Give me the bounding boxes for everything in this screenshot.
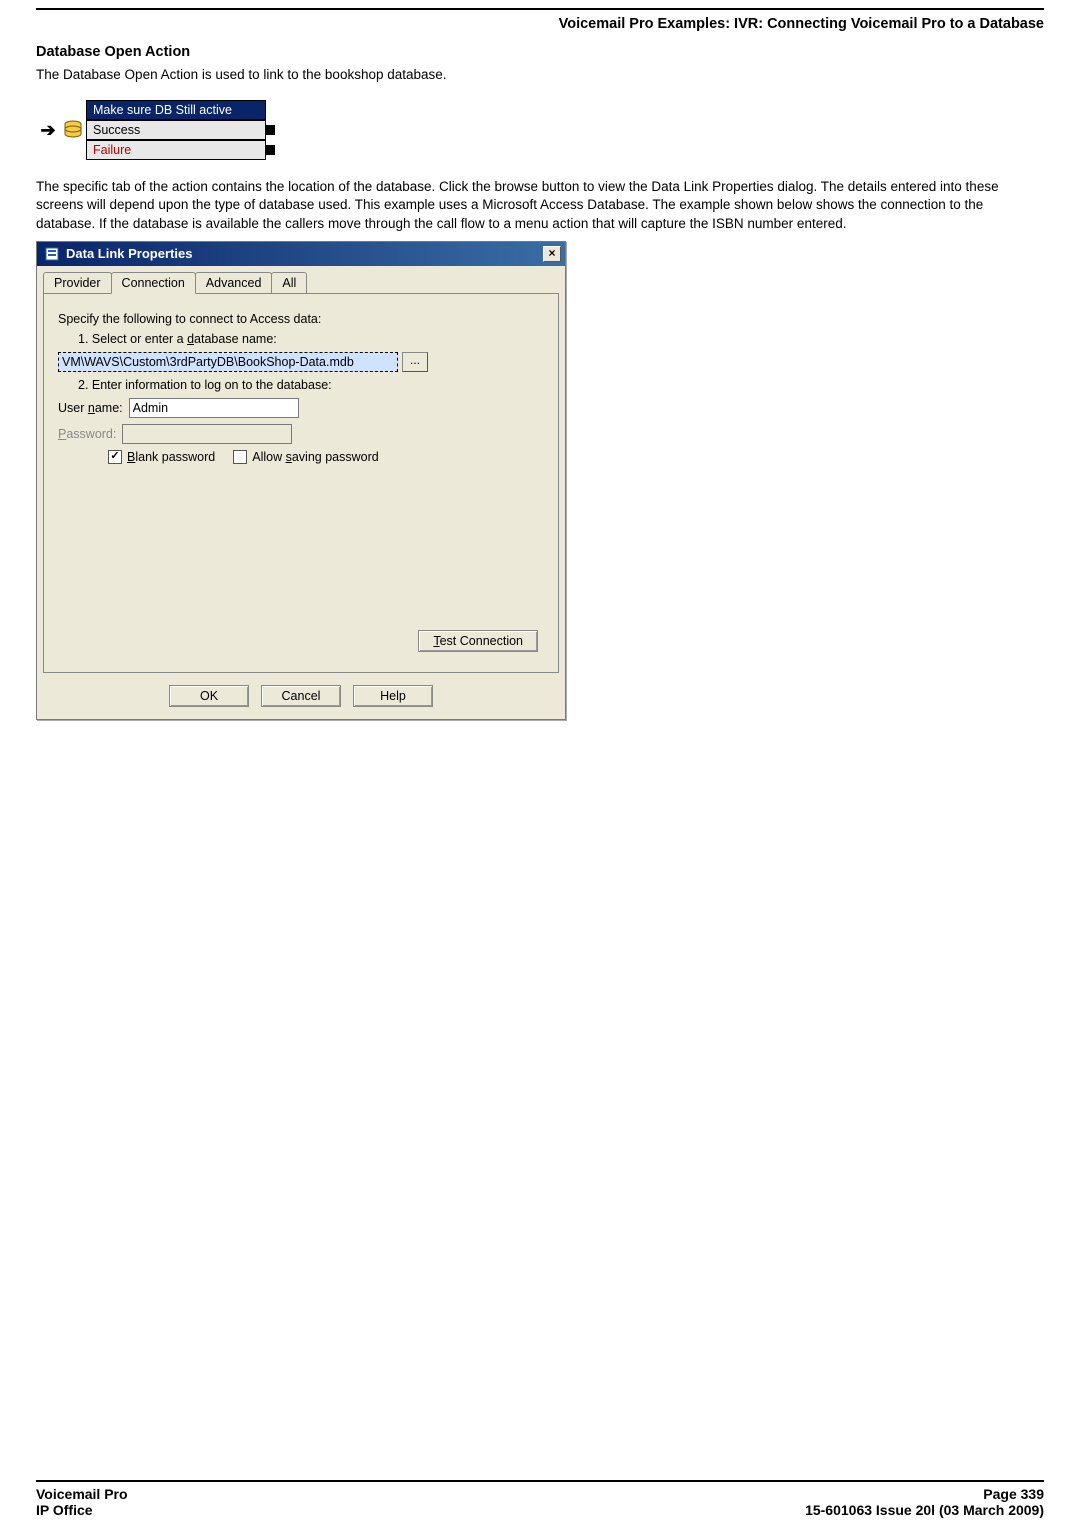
checkbox-row: Blank password Allow saving password (108, 450, 544, 464)
flow-success-cell[interactable]: Success (86, 120, 266, 140)
password-input (122, 424, 292, 444)
tab-advanced[interactable]: Advanced (195, 272, 273, 293)
username-row: User name: (58, 398, 544, 418)
password-label: Password: (58, 427, 116, 441)
section-title: Database Open Action (36, 44, 1044, 60)
intro-text: The Database Open Action is used to link… (36, 66, 1044, 84)
footer-left-line2: IP Office (36, 1502, 93, 1518)
tab-all[interactable]: All (271, 272, 307, 293)
blank-password-label: Blank password (127, 450, 215, 464)
username-label: User name: (58, 401, 123, 415)
footer-right-line2: 15-601063 Issue 20l (03 March 2009) (805, 1502, 1044, 1518)
tab-panel-connection: Specify the following to connect to Acce… (43, 293, 559, 673)
flow-failure-cell[interactable]: Failure (86, 140, 266, 160)
flow-header-cell[interactable]: Make sure DB Still active (86, 100, 266, 120)
breadcrumb: Voicemail Pro Examples: IVR: Connecting … (36, 12, 1044, 34)
footer-right-line1: Page 339 (983, 1486, 1044, 1502)
specify-label: Specify the following to connect to Acce… (58, 312, 544, 326)
allow-saving-password-checkbox[interactable] (233, 450, 247, 464)
password-row: Password: (58, 424, 544, 444)
close-button[interactable]: × (543, 246, 561, 262)
ok-button[interactable]: OK (169, 685, 249, 707)
database-icon (60, 100, 86, 160)
test-connection-button[interactable]: Test Connection (418, 630, 538, 652)
database-name-input[interactable] (58, 352, 398, 372)
flow-success-out-node[interactable] (265, 125, 275, 135)
footer-left-line1: Voicemail Pro (36, 1486, 128, 1502)
tab-strip: Provider Connection Advanced All (37, 266, 565, 293)
dialog-titlebar[interactable]: Data Link Properties × (37, 242, 565, 266)
page-footer: Voicemail Pro Page 339 IP Office 15-6010… (36, 1480, 1044, 1518)
step1-label: 1. Select or enter a database name: (78, 332, 544, 346)
blank-password-checkbox[interactable] (108, 450, 122, 464)
flowchart: ➔ Make sure DB Still active Success Fail… (36, 100, 275, 160)
dialog-title: Data Link Properties (66, 246, 543, 261)
tab-connection[interactable]: Connection (111, 272, 196, 294)
browse-button[interactable]: ... (402, 352, 428, 372)
flow-failure-out-node[interactable] (265, 145, 275, 155)
step2-label: 2. Enter information to log on to the da… (78, 378, 544, 392)
allow-saving-password-label: Allow saving password (252, 450, 378, 464)
tab-provider[interactable]: Provider (43, 272, 112, 293)
arrow-right-icon: ➔ (36, 100, 60, 160)
footer-rule (36, 1480, 1044, 1482)
header-rule (36, 8, 1044, 10)
data-link-properties-dialog: Data Link Properties × Provider Connecti… (36, 241, 566, 720)
explanation-paragraph: The specific tab of the action contains … (36, 178, 1044, 233)
username-input[interactable] (129, 398, 299, 418)
cancel-button[interactable]: Cancel (261, 685, 341, 707)
database-name-row: ... (58, 352, 544, 372)
dialog-title-icon (43, 245, 61, 263)
dialog-button-row: OK Cancel Help (37, 673, 565, 719)
help-button[interactable]: Help (353, 685, 433, 707)
